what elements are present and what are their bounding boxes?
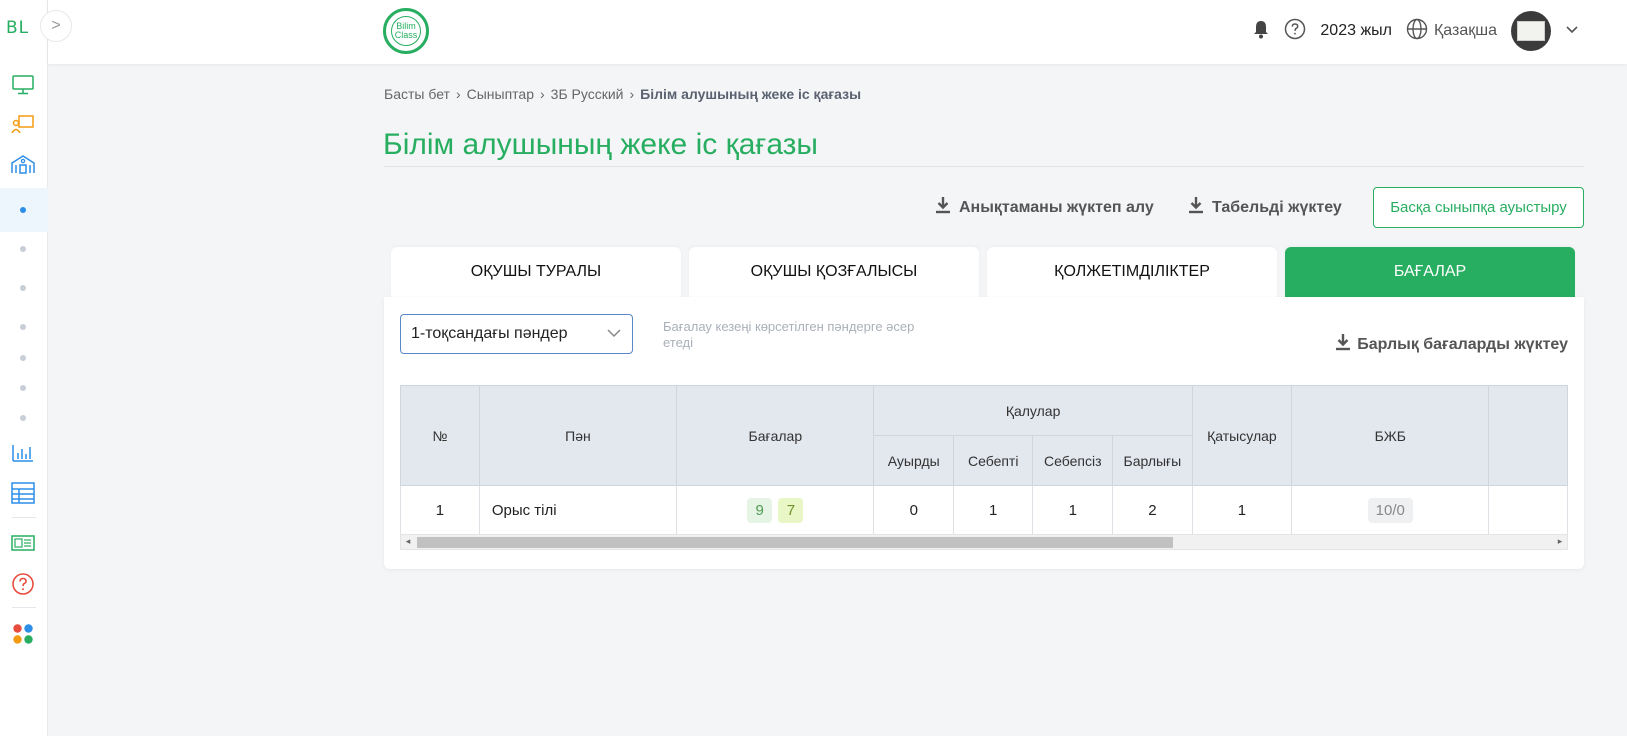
breadcrumb-classes[interactable]: Сыныптар [467, 86, 534, 102]
globe-icon [1406, 18, 1428, 45]
help-icon[interactable] [10, 571, 36, 597]
table-icon[interactable] [10, 480, 36, 506]
sidebar-toggle-button[interactable]: > [40, 10, 72, 42]
teacher-board-icon[interactable] [10, 111, 36, 137]
row-extra [1488, 485, 1568, 536]
row-total: 2 [1112, 485, 1193, 536]
breadcrumb: Басты бет › Сыныптар › 3Б Русский › Білі… [384, 86, 861, 102]
help-circle-icon[interactable] [1284, 18, 1306, 45]
download-timesheet-label: Табельді жүктеу [1212, 198, 1342, 216]
col-grades: Бағалар [676, 385, 875, 486]
tab-student-info[interactable]: ОҚУШЫ ТУРАЛЫ [391, 247, 681, 297]
tab-grades[interactable]: БАҒАЛАР [1285, 247, 1575, 297]
horizontal-scrollbar[interactable]: ◂ ▸ [400, 534, 1568, 550]
language-label: Қазақша [1433, 22, 1497, 39]
table-row: 1 Орыс тілі 9 7 0 1 1 2 1 10/0 [400, 485, 1568, 536]
period-select[interactable]: 1-тоқсандағы пәндер [400, 314, 633, 354]
row-subject: Орыс тілі [478, 485, 678, 536]
rail-divider [12, 517, 36, 518]
download-icon [1188, 196, 1204, 219]
breadcrumb-current: Білім алушының жеке іс қағазы [640, 86, 862, 102]
rail-subitem-dot[interactable] [20, 207, 26, 213]
col-bjb: БЖБ [1291, 385, 1490, 486]
bar-chart-icon[interactable] [10, 439, 36, 465]
row-excused: 1 [952, 485, 1034, 536]
download-reference-label: Анықтаманы жүктеп алу [959, 198, 1154, 216]
download-all-label: Барлық бағаларды жүктеу [1357, 335, 1568, 353]
newspaper-icon[interactable] [10, 530, 36, 556]
chevron-right-icon: › [539, 86, 545, 102]
rail-subitem-dot[interactable] [20, 246, 26, 252]
scroll-left-arrow-icon[interactable]: ◂ [401, 536, 415, 547]
avatar[interactable] [1511, 11, 1551, 51]
grades-table-container[interactable]: № Пән Бағалар Қалулар Қатысулар БЖБ Ауыр… [400, 385, 1568, 549]
brand-line2: Class [394, 30, 418, 40]
rail-divider [12, 607, 36, 608]
grades-table: № Пән Бағалар Қалулар Қатысулар БЖБ Ауыр… [400, 385, 1568, 536]
brand-logo[interactable]: Bilim Class [383, 8, 429, 54]
scroll-right-arrow-icon[interactable]: ▸ [1553, 536, 1567, 547]
rail-logo[interactable]: BL [6, 18, 29, 38]
switch-class-button[interactable]: Басқа сыныпқа ауыстыру [1373, 187, 1584, 228]
download-icon [1335, 333, 1351, 356]
download-reference-link[interactable]: Анықтаманы жүктеп алу [935, 196, 1154, 219]
chevron-right-icon: › [455, 86, 461, 102]
tab-student-movement[interactable]: ОҚУШЫ ҚОЗҒАЛЫСЫ [689, 247, 979, 297]
rail-subitem-dot[interactable] [20, 385, 26, 391]
col-extra [1488, 385, 1568, 486]
download-timesheet-link[interactable]: Табельді жүктеу [1188, 196, 1342, 219]
school-icon[interactable] [10, 151, 36, 177]
grade-badge[interactable]: 7 [778, 498, 804, 523]
col-unexcused: Себепсіз [1032, 435, 1114, 486]
page-title: Білім алушының жеке іс қағазы [383, 128, 818, 161]
col-attendance: Қатысулар [1191, 385, 1293, 486]
grade-badge[interactable]: 9 [747, 498, 773, 523]
breadcrumb-class[interactable]: 3Б Русский [551, 86, 624, 102]
breadcrumb-home[interactable]: Басты бет [384, 86, 450, 102]
period-hint: Бағалау кезеңі көрсетілген пәндерге әсер… [663, 319, 915, 350]
chevron-down-icon[interactable] [1565, 22, 1579, 40]
rail-subitem-dot[interactable] [20, 415, 26, 421]
row-bjb: 10/0 [1291, 485, 1490, 536]
col-num: № [400, 385, 480, 486]
col-absences: Қалулар [873, 385, 1193, 436]
rail-subitem-dot[interactable] [20, 355, 26, 361]
col-sick: Ауырды [873, 435, 954, 486]
col-excused: Себепті [952, 435, 1034, 486]
language-switcher[interactable]: Қазақша [1406, 18, 1497, 45]
chevron-down-icon [606, 325, 622, 343]
rail-subitem-dot[interactable] [20, 285, 26, 291]
col-subject: Пән [478, 385, 678, 486]
period-select-value: 1-тоқсандағы пәндер [411, 325, 568, 342]
bjb-badge[interactable]: 10/0 [1367, 498, 1413, 523]
bell-icon[interactable] [1252, 19, 1270, 44]
download-all-grades-link[interactable]: Барлық бағаларды жүктеу [1335, 333, 1568, 356]
col-total: Барлығы [1112, 435, 1193, 486]
apps-icon[interactable] [10, 621, 36, 647]
title-divider [384, 166, 1584, 167]
scrollbar-thumb[interactable] [417, 537, 1173, 548]
chevron-right-icon: › [629, 86, 635, 102]
header-controls: 2023 жыл Қазақша [1252, 10, 1579, 52]
left-sidebar: BL [0, 0, 48, 736]
grades-panel: 1-тоқсандағы пәндер Бағалау кезеңі көрсе… [384, 297, 1584, 569]
row-sick: 0 [873, 485, 954, 536]
row-attendance: 1 [1191, 485, 1293, 536]
row-grades: 9 7 [676, 485, 875, 536]
row-unexcused: 1 [1032, 485, 1114, 536]
tab-accesses[interactable]: ҚОЛЖЕТІМДІЛІКТЕР [987, 247, 1277, 297]
rail-subitem-dot[interactable] [20, 324, 26, 330]
download-icon [935, 196, 951, 219]
academic-year[interactable]: 2023 жыл [1320, 22, 1392, 40]
top-header: Bilim Class 2023 жыл Қазақша [48, 0, 1627, 64]
monitor-icon[interactable] [10, 72, 36, 98]
row-num: 1 [400, 485, 480, 536]
